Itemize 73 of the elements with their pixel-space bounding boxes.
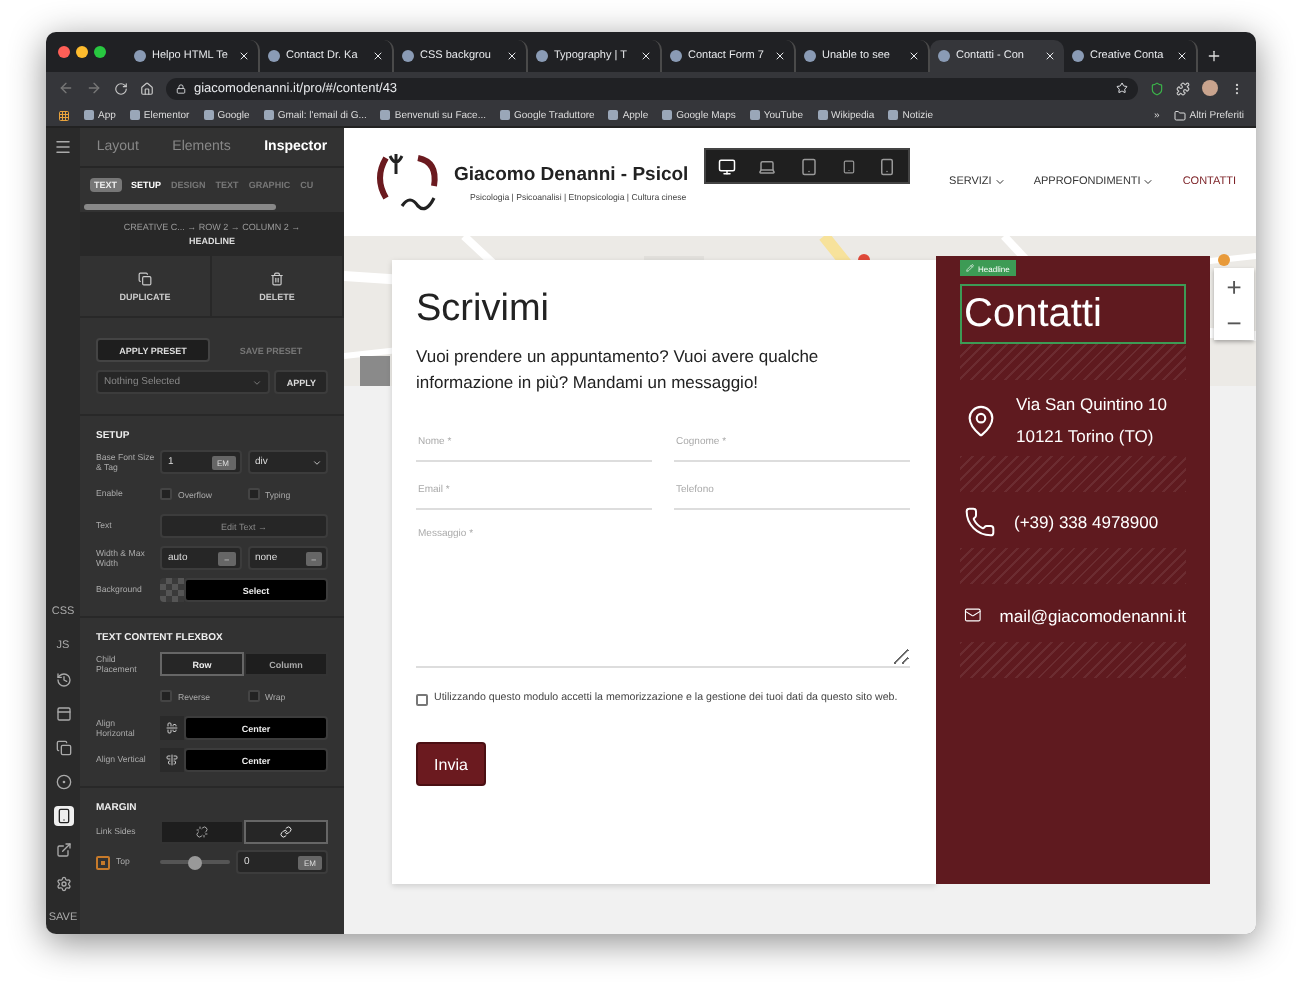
puzzle-icon[interactable] [1176, 81, 1190, 95]
caret-icon [312, 457, 322, 467]
checkbox[interactable] [160, 488, 172, 500]
site-icon [670, 50, 682, 62]
copy-icon [138, 271, 152, 285]
avatar-icon[interactable] [1202, 80, 1218, 96]
site-icon [938, 50, 950, 62]
contact-text: 10121 Torino (TO) [1016, 426, 1156, 446]
checkbox[interactable] [96, 855, 110, 869]
monitor-icon[interactable] [717, 157, 736, 175]
circle-icon[interactable] [53, 771, 73, 791]
contact-text: (+39) 338 4978900 [1014, 512, 1159, 532]
new-tab-icon[interactable] [1206, 48, 1222, 64]
submit-button[interactable]: Invia [416, 742, 486, 786]
phone-icon[interactable] [878, 157, 897, 175]
site-icon [1072, 50, 1084, 62]
link-button[interactable] [244, 820, 328, 844]
phone-icon [964, 506, 996, 538]
align-horizontal-icon[interactable] [160, 716, 184, 740]
slider-thumb[interactable] [188, 855, 202, 869]
transparency-swatch[interactable] [160, 578, 184, 602]
map-pin-icon [964, 403, 998, 437]
site-icon [402, 50, 414, 62]
history-icon[interactable] [53, 669, 73, 689]
zoom-out-button[interactable]: − [1214, 304, 1254, 340]
apps-icon[interactable] [58, 109, 70, 121]
settings-icon[interactable] [53, 873, 73, 893]
contact-text: mail@giacomodenanni.it [999, 605, 1186, 625]
laptop-icon[interactable] [758, 157, 777, 175]
close-icon[interactable] [1176, 50, 1188, 62]
phone-icon[interactable] [53, 805, 73, 825]
reload-icon[interactable] [114, 81, 128, 95]
close-icon[interactable] [372, 50, 384, 62]
lock-icon [176, 83, 186, 93]
forward-icon[interactable] [86, 80, 102, 96]
align-vertical-icon[interactable] [160, 748, 184, 772]
contact-text: Via San Quintino 10 [1016, 394, 1167, 414]
checkbox[interactable] [247, 488, 259, 500]
star-icon[interactable] [1116, 82, 1128, 94]
site-icon [134, 50, 146, 62]
home-icon[interactable] [140, 81, 154, 95]
menu-icon[interactable] [1230, 81, 1244, 95]
copy-icon[interactable] [53, 737, 73, 757]
contact-title: Contatti [960, 284, 1186, 344]
close-icon[interactable] [1044, 50, 1056, 62]
caret-icon [252, 377, 263, 387]
close-icon[interactable] [908, 50, 920, 62]
trash-icon [270, 271, 284, 285]
close-icon[interactable] [774, 50, 786, 62]
unlink-icon [196, 826, 208, 838]
shield-icon[interactable] [1150, 81, 1164, 95]
zoom-in-button[interactable]: + [1214, 268, 1254, 304]
site-icon [804, 50, 816, 62]
form-title: Scrivimi [416, 288, 551, 332]
close-icon[interactable] [506, 50, 518, 62]
folder-icon [1173, 109, 1186, 121]
site-title: Giacomo Denanni - Psicol [454, 163, 689, 185]
close-icon[interactable] [640, 50, 652, 62]
external-link-icon[interactable] [53, 839, 73, 859]
site-icon [268, 50, 280, 62]
link-icon [280, 826, 292, 838]
menu-icon[interactable] [54, 138, 72, 156]
tablet-icon[interactable] [841, 159, 856, 173]
checkbox[interactable] [160, 690, 172, 702]
panel-icon[interactable] [53, 703, 73, 723]
scrollbar[interactable] [84, 203, 276, 209]
consent-checkbox[interactable] [416, 694, 428, 706]
form-intro: Vuoi prendere un appuntamento? Vuoi avere qualche informazione in più? Mandami un messaggio! [416, 344, 821, 396]
tablet-icon[interactable] [799, 157, 818, 175]
close-icon[interactable] [238, 50, 250, 62]
checkbox[interactable] [247, 690, 259, 702]
back-icon[interactable] [58, 80, 74, 96]
site-icon [536, 50, 548, 62]
